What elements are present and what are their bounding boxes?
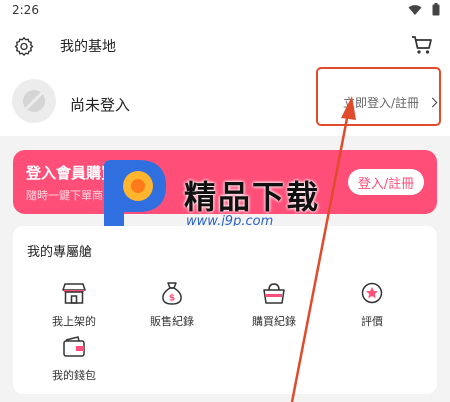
cart-icon [412,36,432,54]
money-bag-icon: $ [159,280,185,306]
status-icons [408,3,440,16]
services-title: 我的專屬艙 [27,245,93,260]
svg-text:$: $ [169,294,175,304]
page-title: 我的基地 [60,39,116,55]
wifi-icon [408,4,422,15]
wallet-icon [61,334,87,360]
top-header: 我的基地 [0,22,450,70]
cart-button[interactable] [410,33,434,57]
service-label: 購買紀錄 [252,315,296,328]
service-sales-record[interactable]: $ 販售紀錄 [127,280,217,329]
watermark-title: 精品下载 [184,178,321,216]
status-bar: 2:26 [0,0,450,22]
login-status-text: 尚未登入 [70,96,131,114]
shopping-basket-icon [261,280,287,306]
service-label: 我的錢包 [52,369,96,382]
promo-subtitle: 隨時一鍵下單商 [26,189,103,202]
service-purchase-record[interactable]: 購買紀錄 [229,280,319,329]
battery-icon [432,3,440,16]
services-card: 我的專屬艙 我上架的 $ 販售紀錄 購買紀錄 評價 我的錢包 [13,226,437,394]
service-label: 評價 [361,315,383,328]
service-my-listings[interactable]: 我上架的 [29,280,119,329]
status-time: 2:26 [12,3,39,17]
storefront-icon [61,280,87,306]
avatar[interactable] [12,79,56,123]
service-label: 販售紀錄 [150,315,194,328]
gear-icon [14,37,34,56]
service-label: 我上架的 [52,315,96,328]
default-avatar-icon [23,90,45,112]
annotation-highlight-box [316,67,441,126]
service-reviews[interactable]: 評價 [327,280,417,329]
watermark-logo-icon [104,160,166,230]
star-badge-icon [359,280,385,306]
service-my-wallet[interactable]: 我的錢包 [29,334,119,383]
settings-button[interactable] [12,34,36,58]
